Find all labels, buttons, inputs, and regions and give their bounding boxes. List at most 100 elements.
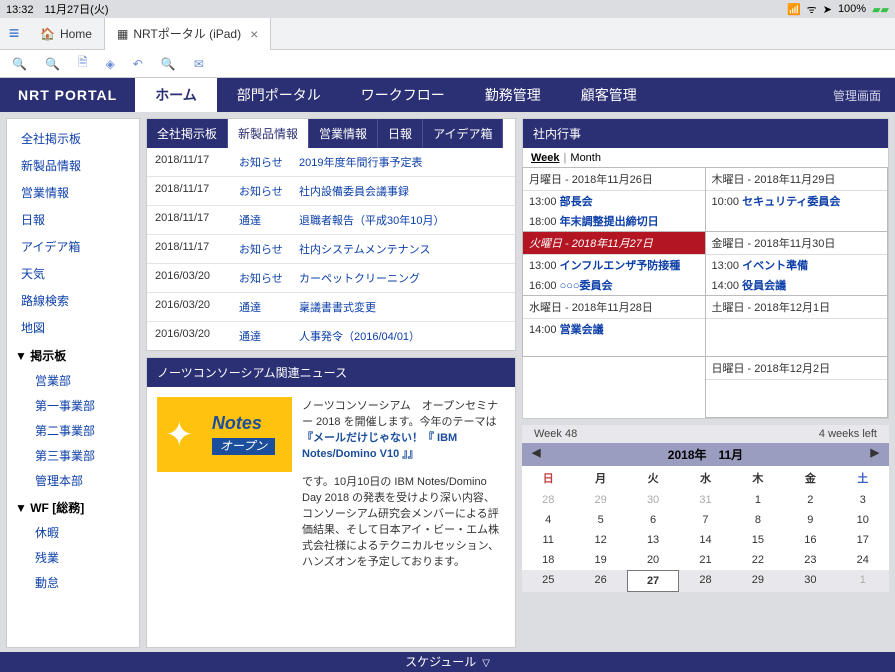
footer-bar[interactable]: スケジュール▽ [0,652,895,672]
event-item[interactable]: 10:00 セキュリティ委員会 [706,191,888,211]
cal-day[interactable]: 30 [784,570,836,592]
sidebar-item-1[interactable]: 新製品情報 [7,152,139,179]
cal-day[interactable]: 14 [679,530,731,550]
event-item[interactable]: 13:00 インフルエンザ予防接種 [523,255,705,275]
cal-day[interactable]: 23 [784,550,836,570]
sidebar-bbs-2[interactable]: 第二事業部 [7,418,139,443]
view-week[interactable]: Week [531,152,560,164]
cal-day[interactable]: 16 [784,530,836,550]
cal-day[interactable]: 1 [732,490,784,510]
cal-day[interactable]: 17 [837,530,889,550]
event-item[interactable]: 18:00 年末調整提出締切日 [523,211,705,231]
cal-day[interactable]: 29 [574,490,626,510]
cal-day[interactable]: 22 [732,550,784,570]
board-tab-1[interactable]: 新製品情報 [228,119,309,148]
view-month[interactable]: Month [570,152,601,164]
sidebar-item-4[interactable]: アイデア箱 [7,233,139,260]
board-tab-4[interactable]: アイデア箱 [423,119,503,148]
nav-item-4[interactable]: 顧客管理 [561,78,657,112]
day-header: 水曜日 - 2018年11月28日 [523,296,705,319]
cal-day[interactable]: 26 [574,570,626,592]
sidebar-wf-0[interactable]: 休暇 [7,520,139,545]
board-row[interactable]: 2016/03/20通達稟議書書式変更 [147,293,515,322]
nav-item-2[interactable]: ワークフロー [341,78,465,112]
tool-undo-icon[interactable]: ↶ [133,57,143,71]
admin-link[interactable]: 管理画面 [833,87,881,104]
cal-day[interactable]: 30 [627,490,679,510]
board-row[interactable]: 2018/11/17通達退職者報告（平成30年10月） [147,206,515,235]
tool-doc-icon[interactable]: 🗎 [78,53,88,74]
cal-day[interactable]: 24 [837,550,889,570]
browser-tab-0[interactable]: 🏠Home [28,18,105,50]
sidebar-wf-2[interactable]: 動怠 [7,570,139,595]
cal-day[interactable]: 7 [679,510,731,530]
tool-mail-icon[interactable]: ✉ [194,57,204,71]
cal-day[interactable]: 18 [522,550,574,570]
sidebar-bbs-1[interactable]: 第一事業部 [7,393,139,418]
board-tab-3[interactable]: 日報 [378,119,423,148]
cal-day[interactable]: 2 [784,490,836,510]
sidebar-item-7[interactable]: 地図 [7,314,139,341]
cal-day[interactable]: 9 [784,510,836,530]
news-link[interactable]: 『メールだけじゃない！『 IBM Notes/Domino V10 』』 [302,429,505,461]
event-item[interactable]: 13:00 イベント準備 [706,255,888,275]
tool-find-icon[interactable]: 🔍 [161,57,176,71]
board-row[interactable]: 2018/11/17お知らせ社内設備委員会議事録 [147,177,515,206]
event-item[interactable]: 14:00 営業会議 [523,319,705,339]
tool-zoom-in-icon[interactable]: 🔍 [12,57,27,71]
cal-day[interactable]: 29 [732,570,784,592]
sidebar-section-bbs[interactable]: ▼ 掲示板 [7,341,139,368]
cal-day[interactable]: 8 [732,510,784,530]
tool-zoom-out-icon[interactable]: 🔍 [45,57,60,71]
board-row[interactable]: 2016/03/20お知らせカーペットクリーニング [147,264,515,293]
cal-day[interactable]: 21 [679,550,731,570]
sidebar-wf-1[interactable]: 残業 [7,545,139,570]
cal-day[interactable]: 10 [837,510,889,530]
sidebar-section-wf[interactable]: ▼ WF [総務] [7,493,139,520]
browser-tab-1[interactable]: ▦NRTポータル (iPad)× [105,18,271,50]
mini-calendar: Week 48 4 weeks left ◀ 2018年 11月 ▶ 日月火水木… [522,425,889,592]
cal-day[interactable]: 12 [574,530,626,550]
sidebar-item-3[interactable]: 日報 [7,206,139,233]
cal-next-icon[interactable]: ▶ [871,446,879,459]
cal-day[interactable]: 4 [522,510,574,530]
menu-icon[interactable]: ≡ [0,23,28,44]
nav-item-3[interactable]: 勤務管理 [465,78,561,112]
cal-day[interactable]: 5 [574,510,626,530]
sidebar-item-5[interactable]: 天気 [7,260,139,287]
cal-day[interactable]: 31 [679,490,731,510]
sidebar-item-0[interactable]: 全社掲示板 [7,125,139,152]
board-row[interactable]: 2016/03/20通達人事発令（2016/04/01） [147,322,515,350]
cal-day[interactable]: 1 [837,570,889,592]
sidebar-item-2[interactable]: 営業情報 [7,179,139,206]
notes-star-icon: ✦ [165,415,194,455]
sidebar-item-6[interactable]: 路線検索 [7,287,139,314]
cal-day[interactable]: 20 [627,550,679,570]
board-row[interactable]: 2018/11/17お知らせ社内システムメンテナンス [147,235,515,264]
board-row[interactable]: 2018/11/17お知らせ2019年度年間行事予定表 [147,148,515,177]
nav-item-1[interactable]: 部門ポータル [217,78,341,112]
cal-day[interactable]: 6 [627,510,679,530]
cal-day[interactable]: 19 [574,550,626,570]
cal-day[interactable]: 11 [522,530,574,550]
nav-item-0[interactable]: ホーム [135,78,217,112]
board-tab-2[interactable]: 営業情報 [309,119,378,148]
tool-tag-icon[interactable]: ◈ [106,57,115,71]
cal-day[interactable]: 28 [679,570,731,592]
cal-day[interactable]: 28 [522,490,574,510]
event-item[interactable]: 14:00 役員会議 [706,275,888,295]
cal-day[interactable]: 13 [627,530,679,550]
cal-day[interactable]: 27 [627,570,679,592]
event-item[interactable]: 16:00 ○○○委員会 [523,275,705,295]
close-icon[interactable]: × [250,26,258,42]
cal-day[interactable]: 15 [732,530,784,550]
sidebar-bbs-3[interactable]: 第三事業部 [7,443,139,468]
board-tab-0[interactable]: 全社掲示板 [147,119,228,148]
board-date: 2018/11/17 [155,241,227,257]
cal-prev-icon[interactable]: ◀ [532,446,540,459]
cal-day[interactable]: 25 [522,570,574,592]
event-item[interactable]: 13:00 部長会 [523,191,705,211]
cal-day[interactable]: 3 [837,490,889,510]
sidebar-bbs-0[interactable]: 営業部 [7,368,139,393]
sidebar-bbs-4[interactable]: 管理本部 [7,468,139,493]
